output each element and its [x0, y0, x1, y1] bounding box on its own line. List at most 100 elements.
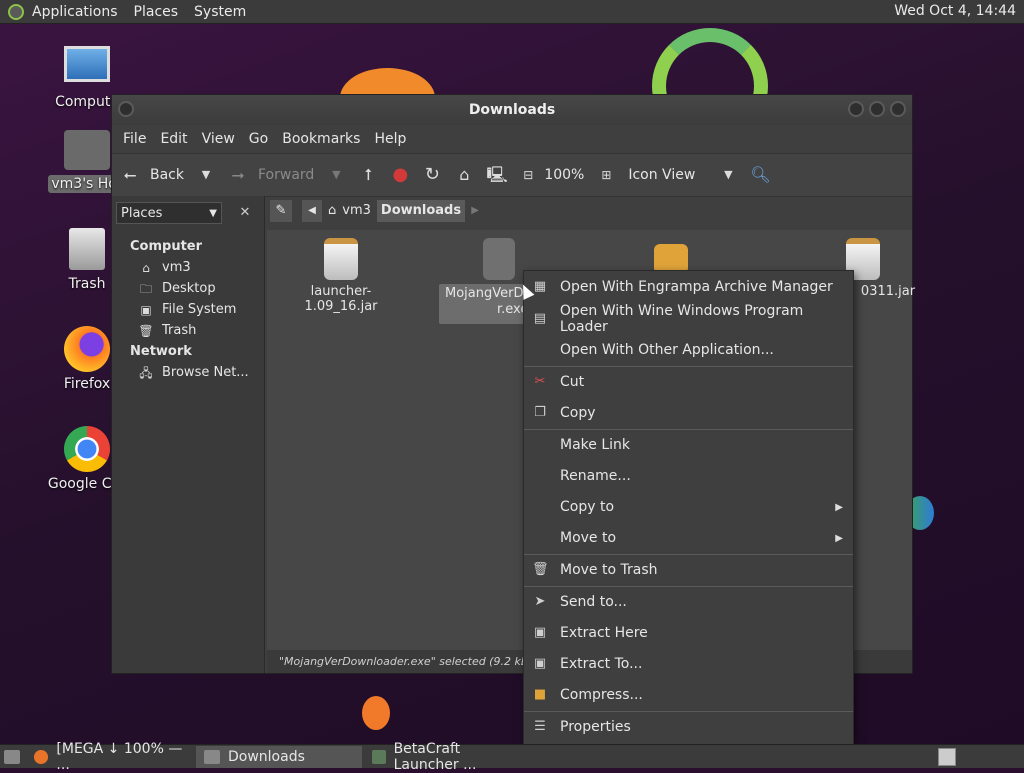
- view-mode-select[interactable]: Icon View ▼: [628, 165, 738, 185]
- zoom-out-button[interactable]: ⊟: [518, 165, 538, 185]
- places-combo[interactable]: Places ▼: [116, 202, 222, 224]
- forward-button[interactable]: ⭢ Forward: [228, 165, 315, 185]
- menu-item-label: Move to Trash: [560, 562, 658, 578]
- system-menu[interactable]: System: [186, 4, 254, 20]
- top-panel: Applications Places System Wed Oct 4, 14…: [0, 0, 1024, 24]
- menu-item-copy-to[interactable]: Copy to ▶: [524, 492, 853, 522]
- trash-icon: [69, 228, 105, 270]
- places-menu[interactable]: Places: [126, 4, 187, 20]
- menu-item-open-engrampa[interactable]: ▦ Open With Engrampa Archive Manager: [524, 272, 853, 302]
- menu-item-rename[interactable]: Rename...: [524, 461, 853, 491]
- firefox-icon: [34, 749, 49, 764]
- submenu-arrow-icon: ▶: [835, 532, 843, 544]
- extract-icon: ▣: [533, 656, 547, 671]
- menu-file[interactable]: File: [116, 131, 153, 147]
- maximize-button[interactable]: [869, 101, 885, 117]
- sidebar-item-vm3[interactable]: ⌂ vm3: [112, 257, 264, 278]
- home-folder-icon: [64, 130, 110, 170]
- stop-icon: ●: [392, 164, 409, 185]
- menu-item-cut[interactable]: ✂ Cut: [524, 367, 853, 397]
- menu-item-open-other[interactable]: Open With Other Application...: [524, 335, 853, 365]
- workspace-switcher[interactable]: [938, 748, 956, 766]
- menu-item-label: Open With Engrampa Archive Manager: [560, 279, 833, 295]
- window-titlebar[interactable]: Downloads: [112, 95, 912, 125]
- menu-item-properties[interactable]: ☰ Properties: [524, 712, 853, 742]
- menu-go[interactable]: Go: [242, 131, 275, 147]
- zoom-level: 100%: [544, 167, 584, 183]
- menu-item-label: Open With Other Application...: [560, 342, 774, 358]
- taskbar-item-betacraft[interactable]: BetaCraft Launcher ...: [364, 741, 532, 773]
- clock[interactable]: Wed Oct 4, 14:44: [894, 3, 1016, 19]
- minimize-button[interactable]: [848, 101, 864, 117]
- zoom-in-button[interactable]: ⊞: [596, 165, 616, 185]
- send-icon: ➤: [534, 594, 546, 609]
- path-label: Downloads: [380, 203, 462, 218]
- sidebar-item-browse-network[interactable]: 🖧 Browse Net...: [112, 362, 264, 383]
- menu-item-move-to-trash[interactable]: 🗑︎ Move to Trash: [524, 555, 853, 585]
- desktop-icon-label: Compute: [55, 94, 119, 110]
- menu-help[interactable]: Help: [367, 131, 413, 147]
- path-scroll-right-button[interactable]: ▶: [465, 200, 485, 222]
- forward-history-dropdown[interactable]: ▼: [326, 165, 346, 185]
- exe-file-icon: [483, 238, 515, 280]
- path-button-downloads[interactable]: Downloads: [376, 200, 466, 222]
- window-menu-button[interactable]: [118, 101, 134, 117]
- pathbar: ✎ ◀ ⌂ vm3 Downloads ▶: [264, 196, 485, 226]
- menu-item-extract-to[interactable]: ▣ Extract To...: [524, 649, 853, 679]
- up-button[interactable]: ⭡: [358, 165, 378, 185]
- close-window-button[interactable]: [890, 101, 906, 117]
- menu-edit[interactable]: Edit: [153, 131, 194, 147]
- applications-menu[interactable]: Applications: [24, 4, 126, 20]
- home-button[interactable]: ⌂: [454, 165, 474, 185]
- sidebar: Places ▼ ✕ Computer ⌂ vm3 🗀 Desktop ▣ Fi…: [112, 196, 265, 673]
- sidebar-item-trash[interactable]: 🗑︎ Trash: [112, 320, 264, 341]
- stop-button[interactable]: ●: [390, 165, 410, 185]
- computer-button[interactable]: 🖳: [486, 165, 507, 185]
- menu-item-send-to[interactable]: ➤ Send to...: [524, 587, 853, 617]
- file-item[interactable]: launcher-1.09_16.jar: [281, 230, 401, 314]
- chevron-down-icon: ▼: [209, 207, 217, 219]
- taskbar-item-mega[interactable]: [MEGA ↓ 100% — ...: [26, 741, 194, 773]
- desktop-icon-label: Firefox: [63, 376, 111, 392]
- menu-item-label: Open With Wine Windows Program Loader: [559, 303, 804, 335]
- back-button[interactable]: ⭠ Back: [120, 165, 184, 185]
- show-desktop-button[interactable]: [0, 746, 24, 768]
- sidebar-item-label: Browse Net...: [162, 365, 249, 380]
- menu-item-extract-here[interactable]: ▣ Extract Here: [524, 618, 853, 648]
- reload-icon: ↻: [424, 164, 440, 185]
- sidebar-item-desktop[interactable]: 🗀 Desktop: [112, 278, 264, 299]
- sidebar-item-file-system[interactable]: ▣ File System: [112, 299, 264, 320]
- zoom-level-label: 100%: [544, 167, 585, 183]
- chevron-down-icon: ▼: [201, 168, 211, 181]
- back-history-dropdown[interactable]: ▼: [196, 165, 216, 185]
- menu-item-label: Move to: [560, 530, 617, 546]
- trash-icon: 🗑︎: [138, 323, 154, 338]
- sidebar-item-label: Trash: [162, 323, 197, 338]
- menu-item-open-wine[interactable]: ▤ Open With Wine Windows Program Loader: [524, 303, 853, 335]
- location-toggle-button[interactable]: ✎: [270, 200, 292, 222]
- distro-logo-icon[interactable]: [8, 3, 24, 20]
- close-sidebar-button[interactable]: ✕: [234, 202, 256, 224]
- reload-button[interactable]: ↻: [422, 165, 442, 185]
- forward-arrow-icon: ⭢: [231, 165, 245, 184]
- computer-icon: [64, 46, 110, 82]
- path-button-vm3[interactable]: ⌂ vm3: [322, 200, 377, 222]
- menubar: File Edit View Go Bookmarks Help: [112, 125, 912, 153]
- show-desktop-icon: [4, 749, 20, 764]
- menu-bookmarks[interactable]: Bookmarks: [275, 131, 367, 147]
- menu-item-move-to[interactable]: Move to ▶: [524, 523, 853, 553]
- path-scroll-left-button[interactable]: ◀: [302, 200, 322, 222]
- context-menu: ▦ Open With Engrampa Archive Manager ▤ O…: [523, 270, 854, 745]
- bottom-panel: [MEGA ↓ 100% — ... Downloads BetaCraft L…: [0, 741, 1024, 773]
- search-button[interactable]: 🔍︎: [750, 165, 770, 185]
- zoom-out-icon: ⊟: [523, 168, 534, 182]
- menu-item-label: Cut: [560, 374, 585, 390]
- network-icon: 🖧: [139, 365, 153, 380]
- menu-view[interactable]: View: [195, 131, 242, 147]
- taskbar-item-downloads[interactable]: Downloads: [196, 745, 362, 768]
- menu-item-make-link[interactable]: Make Link: [524, 430, 853, 460]
- menu-item-compress[interactable]: ■ Compress...: [524, 680, 853, 710]
- trash-icon: 🗑︎: [532, 562, 549, 577]
- firefox-icon: [64, 326, 110, 372]
- menu-item-copy[interactable]: ❐ Copy: [524, 398, 853, 428]
